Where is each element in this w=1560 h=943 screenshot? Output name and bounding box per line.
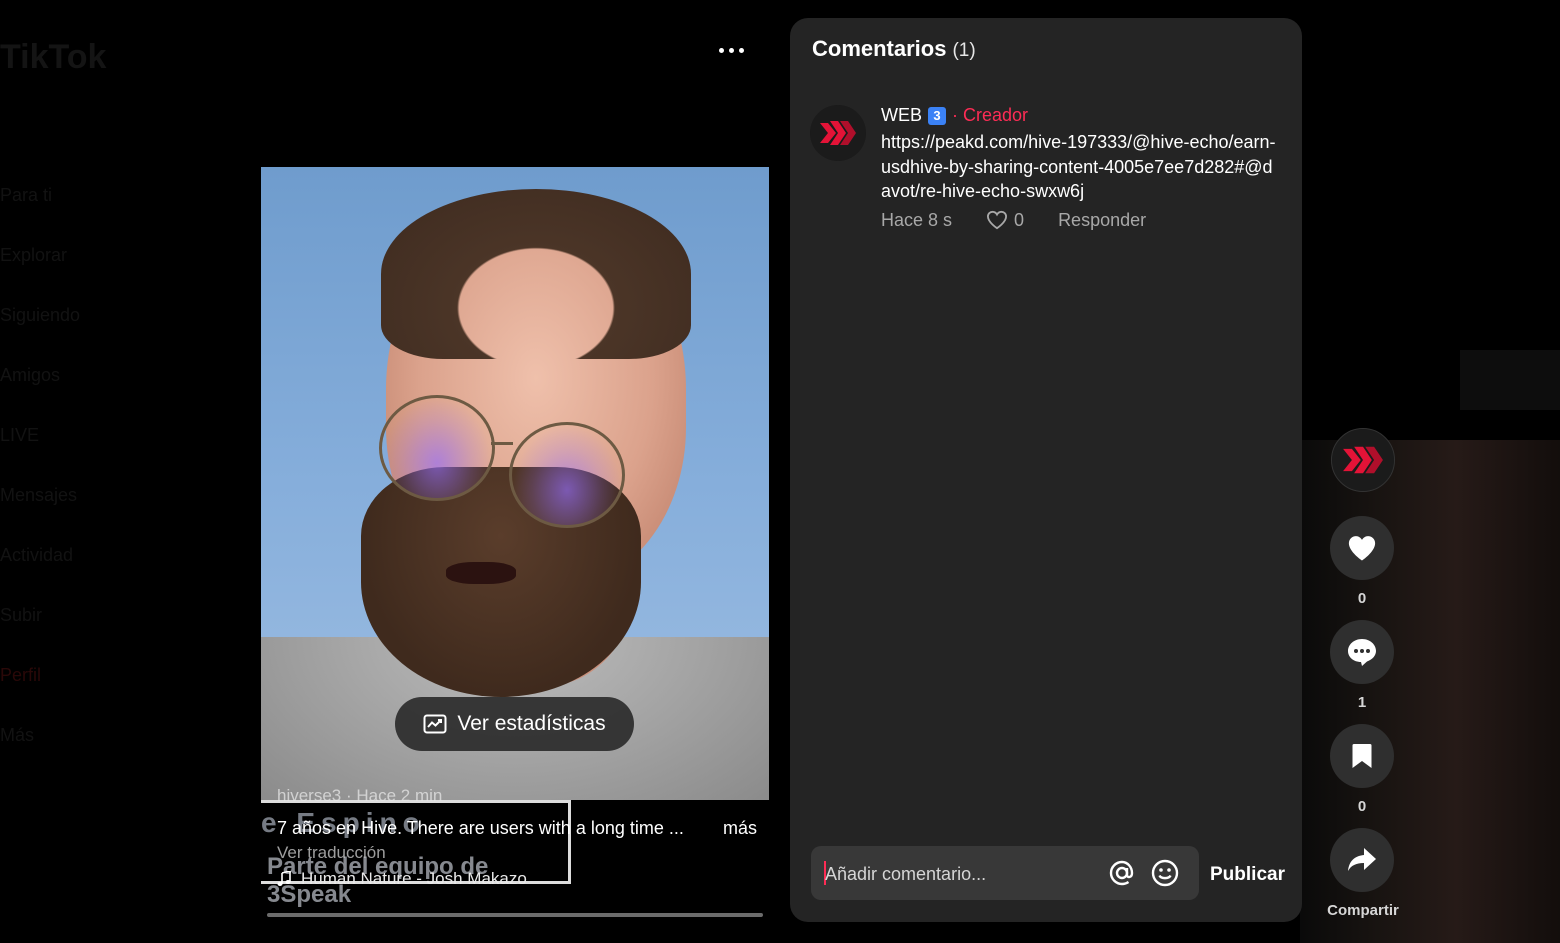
comment-body: WEB 3 · Creador https://peakd.com/hive-1… — [881, 105, 1281, 231]
publish-button[interactable]: Publicar — [1210, 864, 1285, 886]
glasses-lens-left — [379, 395, 495, 501]
like-count: 0 — [1357, 590, 1367, 607]
video-description: 7 años en Hive. There are users with a l… — [277, 818, 684, 838]
dot-icon — [728, 47, 734, 53]
share-label: Compartir — [1327, 902, 1399, 919]
music-note-icon — [277, 871, 291, 886]
music-title: Human Nature - Josh Makazo — [301, 869, 527, 888]
badge-3: 3 — [928, 106, 947, 125]
tiktok-video-view: TikTok Para ti Explorar Siguiendo Amigos… — [0, 0, 1560, 943]
comments-title: Comentarios — [812, 36, 947, 61]
video-author-line[interactable]: hiverse3 · Hace 2 min — [277, 786, 757, 806]
comment-input[interactable] — [823, 846, 1097, 902]
view-stats-label: Ver estadísticas — [457, 712, 606, 735]
comments-panel: Comentarios (1) WEB 3 · Creador https://p… — [790, 18, 1302, 922]
sidebar-item-subir[interactable]: Subir — [0, 600, 80, 660]
video-progress-bar[interactable] — [267, 913, 763, 917]
dot-icon — [738, 47, 744, 53]
video-person-hair — [381, 189, 691, 359]
sidebar-item-actividad[interactable]: Actividad — [0, 540, 80, 600]
comment-input-box — [811, 846, 1199, 902]
sidebar-item-siguiendo[interactable]: Siguiendo — [0, 300, 80, 360]
sidebar-dimmed: TikTok Para ti Explorar Siguiendo Amigos… — [0, 0, 240, 943]
comment-author-row: WEB 3 · Creador — [881, 105, 1281, 126]
dot-icon — [718, 47, 724, 53]
comment-text[interactable]: https://peakd.com/hive-197333/@hive-echo… — [881, 130, 1281, 204]
translate-link[interactable]: Ver traducción — [277, 843, 757, 863]
comment-username[interactable]: WEB — [881, 105, 922, 126]
comment-like-button[interactable]: 0 — [986, 210, 1024, 231]
comment-time: Hace 8 s — [881, 209, 953, 230]
comments-count: (1) — [952, 40, 976, 61]
comment-count: 1 — [1357, 694, 1367, 711]
video-frame: Ver estadísticas — [261, 167, 769, 800]
creator-label: · Creador — [952, 105, 1029, 125]
sidebar-item-explorar[interactable]: Explorar — [0, 240, 80, 300]
tiktok-logo: TikTok — [0, 38, 107, 76]
background-feed-item — [1460, 350, 1560, 410]
hive-logo-icon — [810, 105, 866, 161]
sidebar-item-mas[interactable]: Más — [0, 720, 80, 780]
music-row[interactable]: Human Nature - Josh Makazo — [277, 869, 757, 889]
sidebar-item-live[interactable]: LIVE — [0, 420, 80, 480]
comment-bubble-icon — [1348, 639, 1376, 666]
sidebar-item-mensajes[interactable]: Mensajes — [0, 480, 80, 540]
more-options-button[interactable] — [714, 38, 748, 62]
video-person-mouth — [446, 562, 516, 584]
glasses-bridge — [491, 442, 513, 445]
comment-like-count: 0 — [1014, 209, 1025, 230]
video-player[interactable]: Ver estadísticas e Espino Parte del equi… — [261, 167, 769, 919]
view-stats-button[interactable]: Ver estadísticas — [395, 697, 634, 751]
sidebar-item-amigos[interactable]: Amigos — [0, 360, 80, 420]
bookmark-icon — [1352, 744, 1372, 768]
more-link[interactable]: más — [723, 818, 757, 839]
sidebar-nav: Para ti Explorar Siguiendo Amigos LIVE M… — [0, 180, 80, 780]
share-button[interactable] — [1330, 828, 1394, 892]
video-meta: hiverse3 · Hace 2 min 7 años en Hive. Th… — [277, 786, 757, 889]
comment-actions: Hace 8 s 0 Responder — [881, 210, 1281, 231]
chart-trend-icon — [423, 714, 447, 734]
save-button[interactable] — [1330, 724, 1394, 788]
comments-header: Comentarios (1) — [812, 36, 976, 62]
share-arrow-icon — [1348, 848, 1376, 871]
glasses-lens-right — [509, 422, 625, 528]
heart-icon — [1348, 536, 1376, 561]
sidebar-item-perfil[interactable]: Perfil — [0, 660, 80, 720]
save-count: 0 — [1357, 798, 1367, 815]
like-button[interactable] — [1330, 516, 1394, 580]
hive-logo-icon — [1332, 429, 1394, 491]
avatar[interactable] — [810, 105, 866, 161]
video-description-row: 7 años en Hive. There are users with a l… — [277, 818, 757, 839]
emoji-icon[interactable] — [1150, 858, 1180, 893]
creator-avatar[interactable] — [1331, 428, 1395, 492]
heart-outline-icon — [987, 210, 1008, 230]
comment-button[interactable] — [1330, 620, 1394, 684]
sidebar-item-para-ti[interactable]: Para ti — [0, 180, 80, 240]
mention-icon[interactable] — [1107, 858, 1137, 893]
reply-button[interactable]: Responder — [1058, 210, 1146, 231]
